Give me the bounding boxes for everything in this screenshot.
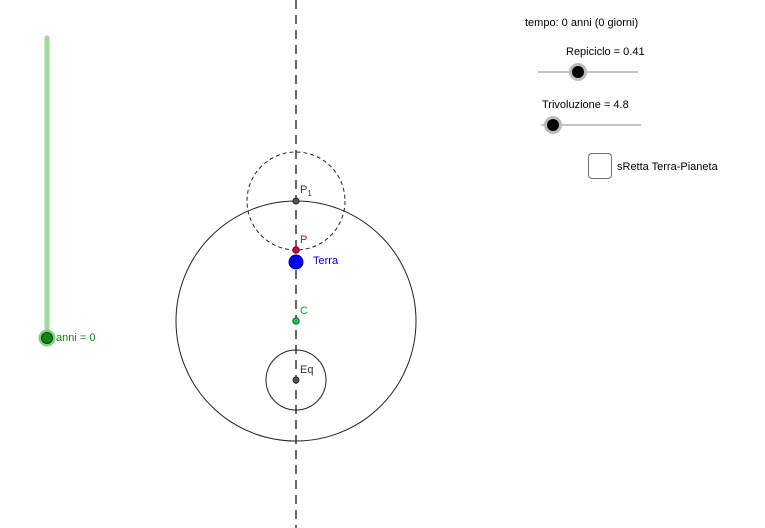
epicycle-slider-handle[interactable] (572, 66, 584, 78)
point-equant[interactable] (292, 376, 300, 384)
center-label: C (300, 305, 308, 317)
line-earth-planet-label[interactable]: sRetta Terra-Pianeta (617, 161, 718, 173)
p1-subscript: 1 (307, 189, 312, 199)
point-p1[interactable] (292, 197, 300, 205)
time-readout: tempo: 0 anni (0 giorni) (525, 17, 639, 29)
years-slider-label: anni = 0 (56, 332, 96, 344)
revolution-slider-label: Trivoluzione = 4.8 (542, 99, 629, 111)
revolution-slider-handle[interactable] (547, 119, 559, 131)
p1-label: P1 (300, 184, 312, 199)
years-slider-handle[interactable] (41, 332, 53, 344)
epicycle-slider-label: Repiciclo = 0.41 (566, 46, 645, 58)
point-planet[interactable] (292, 246, 300, 254)
point-earth[interactable] (288, 254, 304, 270)
earth-label: Terra (313, 255, 339, 267)
equant-label: Eq (300, 364, 314, 376)
point-center[interactable] (292, 317, 300, 325)
planet-label: P (300, 234, 308, 246)
line-earth-planet-checkbox[interactable] (588, 153, 612, 179)
geometry-canvas[interactable] (0, 0, 765, 528)
